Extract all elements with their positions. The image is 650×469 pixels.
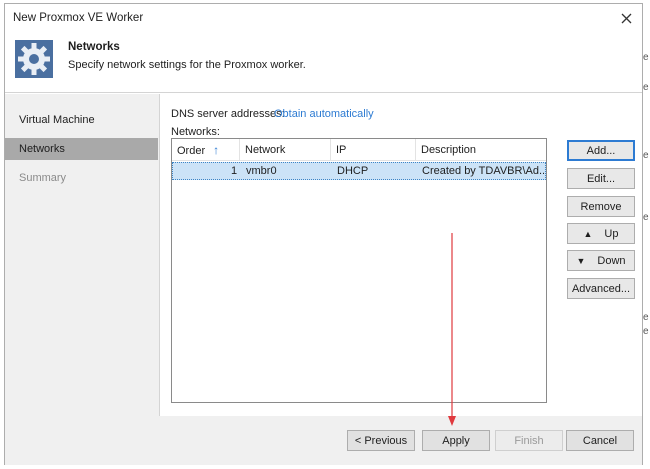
finish-button: Finish — [495, 430, 563, 451]
arrow-down-icon: ▼ — [576, 255, 586, 266]
background-text-fragment: e — [643, 312, 649, 323]
step-summary: Summary — [19, 172, 67, 184]
wizard-header: Networks Specify network settings for th… — [5, 31, 642, 93]
up-button-label: Up — [604, 227, 619, 240]
previous-button[interactable]: < Previous — [347, 430, 415, 451]
edit-button[interactable]: Edit... — [567, 168, 635, 189]
dns-label: DNS server addresses: — [171, 108, 285, 120]
background-text-fragment: e — [643, 150, 649, 161]
background-text-fragment: e — [643, 82, 649, 93]
new-proxmox-worker-dialog: New Proxmox VE Worker Networks Specify n… — [4, 3, 643, 465]
arrow-up-icon: ▲ — [583, 228, 593, 239]
apply-button[interactable]: Apply — [422, 430, 490, 451]
wizard-footer: < Previous Apply Finish Cancel — [5, 416, 642, 465]
networks-table[interactable]: Order ↑ Network IP Description 1 vmbr0 DH… — [171, 138, 547, 403]
close-button[interactable] — [616, 8, 636, 28]
step-networks[interactable]: Networks — [5, 138, 158, 160]
dns-obtain-automatically-link[interactable]: Obtain automatically — [274, 108, 374, 120]
wizard-steps-sidebar: Virtual Machine Networks Summary — [5, 94, 160, 416]
background-text-fragment: e — [643, 326, 649, 337]
up-button[interactable]: ▲ Up — [567, 223, 635, 244]
close-icon — [621, 13, 631, 23]
cell-order: 1 — [231, 165, 238, 177]
title-bar: New Proxmox VE Worker — [5, 4, 642, 31]
down-button-label: Down — [597, 254, 626, 267]
table-header: Order ↑ Network IP Description — [172, 139, 546, 161]
column-header-network[interactable]: Network — [240, 139, 331, 161]
networks-panel: DNS server addresses: Obtain automatical… — [161, 94, 643, 416]
step-virtual-machine[interactable]: Virtual Machine — [5, 109, 158, 131]
cell-ip: DHCP — [337, 165, 369, 177]
column-header-description[interactable]: Description — [416, 139, 546, 161]
cell-network: vmbr0 — [246, 165, 277, 177]
gear-icon — [15, 40, 53, 78]
cell-description: Created by TDAVBR\Ad... — [422, 165, 544, 177]
remove-button[interactable]: Remove — [567, 196, 635, 217]
advanced-button[interactable]: Advanced... — [567, 278, 635, 299]
background-text-fragment: e — [643, 52, 649, 63]
down-button[interactable]: ▼ Down — [567, 250, 635, 271]
page-subtitle: Specify network settings for the Proxmox… — [68, 59, 306, 71]
page-title: Networks — [68, 41, 120, 53]
networks-label: Networks: — [171, 126, 220, 138]
window-title: New Proxmox VE Worker — [13, 12, 144, 24]
column-header-label: Order — [177, 145, 206, 157]
table-row[interactable]: 1 vmbr0 DHCP Created by TDAVBR\Ad... — [172, 162, 546, 180]
cancel-button[interactable]: Cancel — [566, 430, 634, 451]
column-header-ip[interactable]: IP — [331, 139, 416, 161]
column-header-order[interactable]: Order ↑ — [172, 139, 240, 161]
background-text-fragment: e — [643, 212, 649, 223]
add-button[interactable]: Add... — [567, 140, 635, 161]
sort-ascending-icon: ↑ — [213, 143, 220, 157]
